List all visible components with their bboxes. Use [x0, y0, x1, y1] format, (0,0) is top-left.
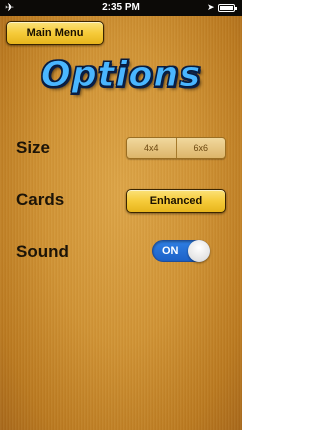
sound-toggle[interactable]: ON	[152, 240, 210, 262]
sound-toggle-state: ON	[162, 245, 179, 257]
size-label: Size	[16, 138, 51, 157]
page-title: Options	[40, 55, 202, 96]
sound-label: Sound	[16, 242, 69, 261]
options-screen: ✈ 2:35 PM ➤ Main Menu Options Size 4x4 6…	[0, 0, 242, 430]
size-option-6x6[interactable]: 6x6	[175, 138, 225, 158]
size-option-4x4[interactable]: 4x4	[127, 138, 176, 158]
battery-icon	[218, 4, 237, 12]
size-segmented-control: 4x4 6x6	[126, 137, 226, 159]
cards-label: Cards	[16, 190, 65, 209]
toggle-knob[interactable]	[188, 240, 210, 262]
location-arrow-icon: ➤	[207, 3, 215, 13]
main-menu-button[interactable]: Main Menu	[6, 21, 104, 45]
cards-style-button[interactable]: Enhanced	[126, 189, 226, 213]
status-bar: ✈ 2:35 PM ➤	[0, 0, 242, 16]
status-time: 2:35 PM	[102, 2, 140, 13]
